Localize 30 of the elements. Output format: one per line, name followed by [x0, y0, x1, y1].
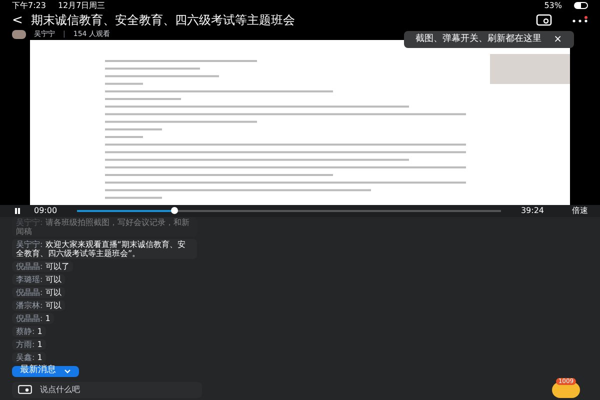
screen-icon[interactable]: [536, 14, 552, 26]
chat-message: 潘宗林: 可以: [12, 300, 66, 310]
status-time: 下午7:23: [12, 0, 46, 12]
battery-percent: 53%: [544, 0, 562, 12]
more-icon[interactable]: [572, 16, 588, 24]
chat-message: 李璐瑶: 可以: [12, 274, 66, 284]
comment-input[interactable]: 说点什么吧: [40, 384, 196, 396]
chat-message: 吴宁宁: 欢迎大家来观看直播“期末诚信教育、安全教育、四六级考试等主题班会”。: [12, 238, 197, 258]
current-time: 09:00: [34, 204, 58, 216]
chat-message: 倪晶晶: 1: [12, 312, 54, 324]
status-date: 12月7日周三: [58, 0, 106, 12]
chat-message: 蔡静: 1: [12, 326, 46, 336]
pause-button[interactable]: [12, 208, 22, 214]
duration: 39:24: [520, 204, 544, 216]
chat-message: 倪晶晶: 可以了: [12, 260, 74, 272]
avatar: [12, 30, 26, 39]
back-button[interactable]: <: [12, 14, 23, 26]
speed-button[interactable]: 倍速: [572, 204, 588, 216]
chat-message: 方雨: 1: [12, 338, 46, 350]
stream-title: 期末诚信教育、安全教育、四六级考试等主题班会: [30, 12, 295, 29]
chat-message: 倪晶晶: 可以: [12, 286, 66, 298]
progress-thumb[interactable]: [170, 206, 178, 214]
close-button[interactable]: ×: [554, 32, 562, 47]
chat-icon[interactable]: [18, 385, 32, 394]
battery-icon: [574, 2, 588, 9]
comment-field[interactable]: 说点什么吧: [12, 382, 202, 398]
chevron-down-icon: [64, 368, 71, 374]
tooltip-text: 截图、弹幕开关、刷新都在这里: [416, 32, 542, 46]
new-messages-button[interactable]: 最新消息: [12, 366, 79, 376]
chat-message: 吴鑫: 1: [12, 352, 46, 362]
